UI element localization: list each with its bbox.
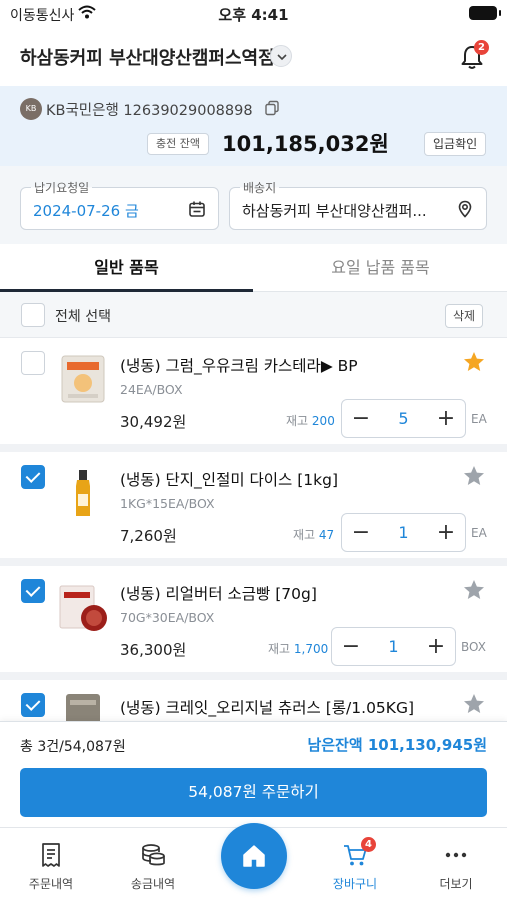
decrease-quantity-button[interactable]: − bbox=[342, 514, 380, 551]
tab-general-items[interactable]: 일반 품목 bbox=[0, 244, 253, 292]
star-icon[interactable] bbox=[462, 578, 486, 602]
item-checkbox[interactable] bbox=[21, 465, 45, 489]
cart-item: (냉동) 그럼_우유크림 카스테라▶ BP 24EA/BOX 30,492원 재… bbox=[0, 338, 507, 452]
nav-transfers[interactable]: 송금내역 bbox=[103, 828, 203, 900]
charge-balance-amount: 101,185,032원 bbox=[222, 132, 389, 156]
product-price: 7,260원 bbox=[120, 527, 177, 545]
product-spec: 1KG*15EA/BOX bbox=[120, 496, 215, 511]
select-all-checkbox[interactable] bbox=[21, 303, 45, 327]
place-order-button[interactable]: 54,087원 주문하기 bbox=[20, 768, 487, 817]
stock-info: 재고 47 bbox=[293, 528, 335, 542]
product-name[interactable]: (냉동) 단지_인절미 다이스 [1kg] bbox=[120, 468, 338, 490]
decrease-quantity-button[interactable]: − bbox=[332, 628, 370, 665]
nav-transfers-label: 송금내역 bbox=[130, 877, 176, 891]
product-spec: 24EA/BOX bbox=[120, 382, 183, 397]
quantity-unit: EA bbox=[471, 412, 487, 426]
nav-more-label: 더보기 bbox=[439, 877, 473, 891]
coins-icon bbox=[142, 844, 165, 866]
product-spec: 70G*30EA/BOX bbox=[120, 610, 215, 625]
more-dots-icon bbox=[445, 852, 467, 858]
nav-cart-label: 장바구니 bbox=[332, 877, 378, 891]
charge-balance-label: 충전 잔액 bbox=[147, 133, 209, 155]
stock-info: 재고 200 bbox=[286, 414, 335, 428]
product-price: 30,492원 bbox=[120, 413, 187, 431]
nav-more[interactable]: 더보기 bbox=[406, 828, 506, 900]
select-all-label: 전체 선택 bbox=[55, 309, 111, 325]
quantity-unit: BOX bbox=[461, 640, 486, 654]
product-name[interactable]: (냉동) 리얼버터 소금빵 [70g] bbox=[120, 582, 317, 604]
remaining-balance: 남은잔액 101,130,945원 bbox=[307, 736, 487, 754]
increase-quantity-button[interactable]: + bbox=[427, 514, 465, 551]
delete-button[interactable]: 삭제 bbox=[445, 304, 484, 328]
cart-item: (냉동) 단지_인절미 다이스 [1kg] 1KG*15EA/BOX 7,260… bbox=[0, 452, 507, 566]
item-checkbox[interactable] bbox=[21, 693, 45, 717]
bottom-nav: 주문내역 송금내역 4 장바구니 더보기 bbox=[0, 823, 507, 900]
quantity-value[interactable]: 1 bbox=[370, 628, 417, 665]
nav-cart[interactable]: 4 장바구니 bbox=[305, 828, 405, 900]
increase-quantity-button[interactable]: + bbox=[427, 400, 465, 437]
product-thumbnail bbox=[66, 694, 100, 721]
delivery-date-field[interactable]: 납기요청일 2024-07-26 금 bbox=[20, 179, 219, 230]
home-button[interactable] bbox=[221, 823, 287, 889]
order-summary: 총 3건/54,087원 남은잔액 101,130,945원 54,087원 주… bbox=[0, 721, 507, 827]
select-all-bar: 전체 선택 삭제 bbox=[0, 292, 507, 338]
clock: 오후 4:41 bbox=[218, 6, 289, 24]
star-icon[interactable] bbox=[462, 464, 486, 488]
store-name[interactable]: 하삼동커피 부산대양산캠퍼스역점 bbox=[20, 44, 275, 70]
stock-info: 재고 1,700 bbox=[268, 642, 329, 656]
account-panel: KB KB국민은행 12639029008898 충전 잔액 101,185,0… bbox=[0, 86, 507, 166]
quantity-stepper: − 1 + bbox=[331, 627, 456, 666]
receipt-icon bbox=[42, 843, 60, 867]
delivery-date-label: 납기요청일 bbox=[31, 179, 93, 196]
ship-to-label: 배송지 bbox=[240, 179, 280, 196]
ship-to-value: 하삼동커피 부산대양산캠퍼... bbox=[242, 202, 427, 220]
calendar-icon bbox=[189, 201, 205, 217]
copy-icon[interactable] bbox=[264, 100, 280, 116]
bank-logo: KB bbox=[20, 98, 42, 120]
star-icon[interactable] bbox=[462, 692, 486, 716]
nav-orders-label: 주문내역 bbox=[28, 877, 74, 891]
product-thumbnail bbox=[61, 355, 105, 403]
chevron-down-icon[interactable] bbox=[270, 45, 292, 67]
product-thumbnail bbox=[76, 470, 90, 516]
home-icon bbox=[243, 845, 265, 867]
deposit-check-button[interactable]: 입금확인 bbox=[424, 132, 487, 156]
increase-quantity-button[interactable]: + bbox=[417, 628, 455, 665]
star-filled-icon[interactable] bbox=[462, 350, 486, 374]
cart-item: (냉동) 크레잇_오리지널 츄러스 [롱/1.05KG] bbox=[0, 680, 507, 721]
quantity-unit: EA bbox=[471, 526, 487, 540]
quantity-stepper: − 1 + bbox=[341, 513, 466, 552]
product-name[interactable]: (냉동) 그럼_우유크림 카스테라▶ BP bbox=[120, 354, 358, 376]
order-total: 총 3건/54,087원 bbox=[20, 739, 126, 755]
order-fields: 납기요청일 2024-07-26 금 배송지 하삼동커피 부산대양산캠퍼... bbox=[0, 166, 507, 244]
product-name[interactable]: (냉동) 크레잇_오리지널 츄러스 [롱/1.05KG] bbox=[120, 696, 414, 718]
quantity-value[interactable]: 1 bbox=[380, 514, 427, 551]
cart-item: (냉동) 리얼버터 소금빵 [70g] 70G*30EA/BOX 36,300원… bbox=[0, 566, 507, 680]
battery-icon bbox=[469, 6, 501, 20]
tab-weekday-items[interactable]: 요일 납품 품목 bbox=[254, 244, 507, 292]
app-header: 하삼동커피 부산대양산캠퍼스역점 2 bbox=[0, 28, 507, 86]
product-thumbnail bbox=[59, 585, 107, 631]
cart-count-badge: 4 bbox=[361, 837, 376, 852]
quantity-value[interactable]: 5 bbox=[380, 400, 427, 437]
location-pin-icon bbox=[458, 200, 472, 218]
decrease-quantity-button[interactable]: − bbox=[342, 400, 380, 437]
item-checkbox[interactable] bbox=[21, 579, 45, 603]
bank-account-number: KB국민은행 12639029008898 bbox=[46, 103, 253, 119]
notification-badge: 2 bbox=[474, 40, 489, 55]
nav-orders[interactable]: 주문내역 bbox=[1, 828, 101, 900]
quantity-stepper: − 5 + bbox=[341, 399, 466, 438]
status-bar: 이동통신사 오후 4:41 bbox=[0, 0, 507, 28]
delivery-date-value: 2024-07-26 금 bbox=[33, 202, 139, 220]
product-price: 36,300원 bbox=[120, 641, 187, 659]
item-tabs: 일반 품목 요일 납품 품목 bbox=[0, 244, 507, 292]
item-checkbox[interactable] bbox=[21, 351, 45, 375]
ship-to-field[interactable]: 배송지 하삼동커피 부산대양산캠퍼... bbox=[229, 179, 487, 230]
